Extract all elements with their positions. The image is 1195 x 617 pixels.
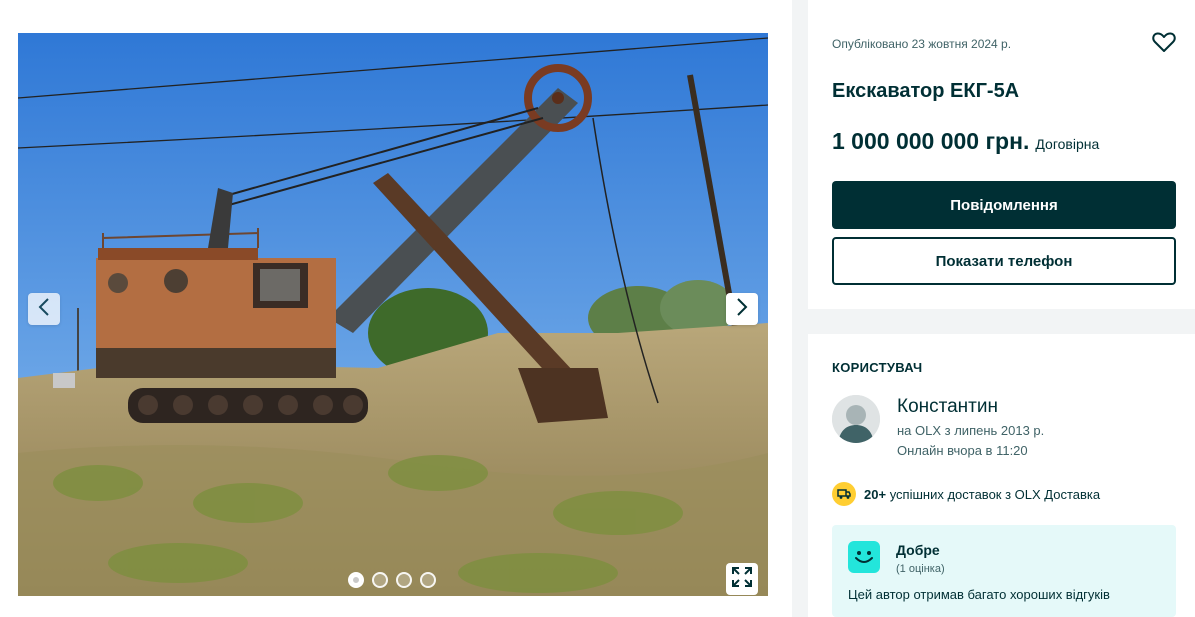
gallery xyxy=(0,0,792,617)
listing-summary-card: Опубліковано 23 жовтня 2024 р. Екскавато… xyxy=(808,0,1195,309)
delivery-truck-icon xyxy=(832,482,856,506)
rating-count: (1 оцінка) xyxy=(896,563,945,575)
seller-card: КОРИСТУВАЧ Константин на OLX з липень 20… xyxy=(808,334,1195,617)
price: 1 000 000 000 грн. xyxy=(832,128,1030,154)
rating-box: Добре (1 оцінка) Цей автор отримав багат… xyxy=(832,525,1176,617)
chevron-right-icon xyxy=(735,297,749,322)
seller-heading: КОРИСТУВАЧ xyxy=(832,360,923,375)
rating-label: Добре xyxy=(896,542,940,558)
delivery-count: 20+ xyxy=(864,486,887,502)
seller-name[interactable]: Константин xyxy=(897,396,998,418)
seller-member-since: на OLX з липень 2013 р. xyxy=(897,423,1045,438)
negotiable-label: Договірна xyxy=(1035,136,1100,152)
heart-outline-icon[interactable] xyxy=(1152,31,1176,58)
photo-pagination xyxy=(348,572,436,588)
expand-icon xyxy=(731,566,753,593)
price-row: 1 000 000 000 грн. Договірна xyxy=(832,128,1099,155)
show-phone-button[interactable]: Показати телефон xyxy=(832,237,1176,285)
chevron-left-icon xyxy=(37,297,51,322)
next-photo-button[interactable] xyxy=(726,293,758,325)
message-button[interactable]: Повідомлення xyxy=(832,181,1176,229)
published-date: Опубліковано 23 жовтня 2024 р. xyxy=(832,37,1012,51)
seller-last-online: Онлайн вчора в 11:20 xyxy=(897,443,1028,458)
rating-description: Цей автор отримав багато хороших відгукі… xyxy=(848,587,1110,602)
delivery-text: успішних доставок з OLX Доставка xyxy=(889,486,1101,502)
photo-dot[interactable] xyxy=(420,572,436,588)
listing-photo[interactable] xyxy=(18,33,768,596)
fullscreen-button[interactable] xyxy=(726,563,758,595)
photo-dot[interactable] xyxy=(396,572,412,588)
previous-photo-button[interactable] xyxy=(28,293,60,325)
smiley-icon xyxy=(848,541,880,573)
listing-title: Екскаватор ЕКГ-5А xyxy=(832,80,1020,102)
photo-dot[interactable] xyxy=(372,572,388,588)
avatar[interactable] xyxy=(832,395,880,443)
delivery-stats: 20+ успішних доставок з OLX Доставка xyxy=(832,482,1100,506)
photo-dot[interactable] xyxy=(348,572,364,588)
